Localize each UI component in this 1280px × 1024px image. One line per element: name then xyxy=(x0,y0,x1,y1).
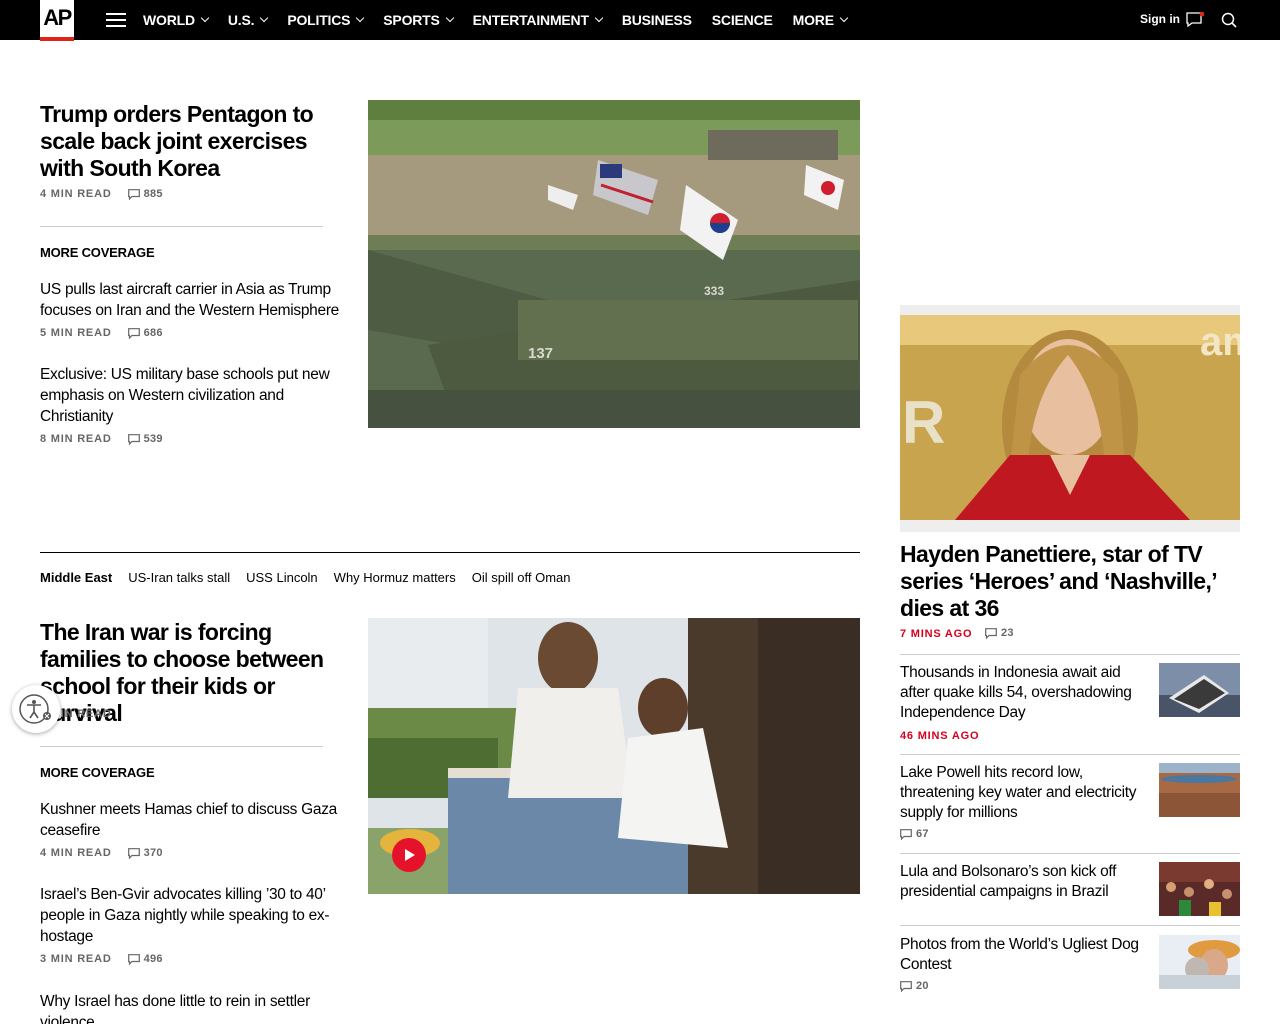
chevron-down-icon xyxy=(200,13,210,23)
thumb-brazil-rally[interactable] xyxy=(1159,862,1240,916)
ap-logo[interactable]: AP xyxy=(40,0,74,41)
read-time: 4 MIN READ xyxy=(40,188,112,200)
thumb-lake-powell[interactable] xyxy=(1159,763,1240,817)
sidebar-meta: 20 xyxy=(884,980,929,992)
sidebar-meta: 67 xyxy=(884,828,929,840)
chat-icon[interactable] xyxy=(1186,12,1204,27)
accessibility-button[interactable] xyxy=(12,685,60,733)
tag-item[interactable]: USS Lincoln xyxy=(246,570,318,585)
comment-icon xyxy=(985,627,997,639)
lead-headline[interactable]: Trump orders Pentagon to scale back join… xyxy=(40,101,340,182)
sign-in-link[interactable]: Sign in xyxy=(1140,12,1180,26)
nav-politics[interactable]: POLITICS xyxy=(287,12,365,28)
divider xyxy=(40,746,323,747)
coverage-headline[interactable]: Exclusive: US military base schools put … xyxy=(40,364,340,427)
coverage-headline[interactable]: Why Israel has done little to rein in se… xyxy=(40,991,340,1024)
time-ago: 7 MINS AGO xyxy=(900,628,973,640)
sidebar-top-meta: 23 xyxy=(969,627,1014,639)
svg-text:am: am xyxy=(1200,320,1240,364)
nav-us[interactable]: U.S. xyxy=(228,12,269,28)
divider xyxy=(900,853,1240,854)
chevron-down-icon xyxy=(594,13,604,23)
tag-middle-east[interactable]: Middle East xyxy=(40,570,112,585)
tag-item[interactable]: Oil spill off Oman xyxy=(472,570,571,585)
nav-world[interactable]: WORLD xyxy=(143,12,210,28)
divider xyxy=(40,226,323,227)
coverage-meta: 4 MIN READ 370 xyxy=(40,847,163,859)
comment-count[interactable]: 885 xyxy=(127,188,163,200)
comment-count[interactable]: 20 xyxy=(900,980,929,992)
thumb-indonesia-quake[interactable] xyxy=(1159,663,1240,717)
comment-count[interactable]: 67 xyxy=(900,828,929,840)
chevron-down-icon xyxy=(260,13,269,23)
sidebar-photo-hayden[interactable]: R am xyxy=(900,315,1240,532)
topic-tags: Middle East US-Iran talks stall USS Linc… xyxy=(40,570,587,585)
divider xyxy=(900,925,1240,926)
video-play-button[interactable] xyxy=(392,838,426,872)
comment-count[interactable]: 686 xyxy=(127,327,163,339)
coverage-headline[interactable]: Israel’s Ben-Gvir advocates killing ’30 … xyxy=(40,884,340,947)
lead-photo-family-boat[interactable] xyxy=(368,618,860,894)
comment-icon xyxy=(127,953,140,965)
comment-icon xyxy=(127,188,140,200)
time-ago: 46 MINS AGO xyxy=(900,730,980,742)
svg-text:137: 137 xyxy=(528,345,553,362)
lead-meta: 4 MIN READ 885 xyxy=(40,188,163,200)
nav-science[interactable]: SCIENCE xyxy=(712,12,773,28)
more-coverage-label: MORE COVERAGE xyxy=(40,765,155,780)
lead-photo-military-boats[interactable]: 137 333 xyxy=(368,100,860,428)
comment-count[interactable]: 539 xyxy=(127,433,163,445)
sidebar-top-band xyxy=(900,305,1240,315)
divider xyxy=(900,754,1240,755)
comment-count[interactable]: 23 xyxy=(985,627,1014,639)
menu-icon[interactable] xyxy=(106,13,126,27)
nav-business[interactable]: BUSINESS xyxy=(622,12,692,28)
chevron-down-icon xyxy=(356,13,365,23)
sidebar-top-headline[interactable]: Hayden Panettiere, star of TV series ‘He… xyxy=(900,541,1240,622)
comment-icon xyxy=(127,433,140,445)
comment-icon xyxy=(127,847,140,859)
tag-item[interactable]: US-Iran talks stall xyxy=(128,570,230,585)
coverage-meta: 3 MIN READ 496 xyxy=(40,953,163,965)
svg-text:333: 333 xyxy=(704,284,724,298)
search-icon[interactable] xyxy=(1221,12,1237,28)
comment-icon xyxy=(127,327,140,339)
comment-count[interactable]: 370 xyxy=(127,847,163,859)
accessibility-icon xyxy=(19,694,51,724)
nav-entertainment[interactable]: ENTERTAINMENT xyxy=(473,12,604,28)
coverage-headline[interactable]: US pulls last aircraft carrier in Asia a… xyxy=(40,279,340,321)
comment-count[interactable]: 496 xyxy=(127,953,163,965)
thumb-ugly-dog[interactable] xyxy=(1159,935,1240,989)
play-icon xyxy=(405,849,415,861)
chevron-down-icon xyxy=(839,13,849,23)
coverage-meta: 8 MIN READ 539 xyxy=(40,433,163,445)
top-nav: AP WORLD U.S. POLITICS SPORTS ENTERTAINM… xyxy=(0,0,1280,41)
sidebar-headline[interactable]: Lake Powell hits record low, threatening… xyxy=(900,763,1150,823)
more-coverage-label: MORE COVERAGE xyxy=(40,245,155,260)
chevron-down-icon xyxy=(445,13,454,23)
coverage-headline[interactable]: Kushner meets Hamas chief to discuss Gaz… xyxy=(40,799,340,841)
divider xyxy=(900,654,1240,655)
section-rule xyxy=(40,552,860,553)
sidebar-headline[interactable]: Lula and Bolsonaro’s son kick off presid… xyxy=(900,862,1150,902)
nav-sports[interactable]: SPORTS xyxy=(383,12,454,28)
sidebar-headline[interactable]: Photos from the World’s Ugliest Dog Cont… xyxy=(900,935,1150,975)
tag-item[interactable]: Why Hormuz matters xyxy=(334,570,456,585)
nav-more[interactable]: MORE xyxy=(793,12,849,28)
nav-links: WORLD U.S. POLITICS SPORTS ENTERTAINMENT… xyxy=(143,0,867,40)
comment-icon xyxy=(900,980,912,992)
sidebar-headline[interactable]: Thousands in Indonesia await aid after q… xyxy=(900,663,1150,723)
coverage-meta: 5 MIN READ 686 xyxy=(40,327,163,339)
svg-text:R: R xyxy=(902,389,945,456)
comment-icon xyxy=(900,828,912,840)
